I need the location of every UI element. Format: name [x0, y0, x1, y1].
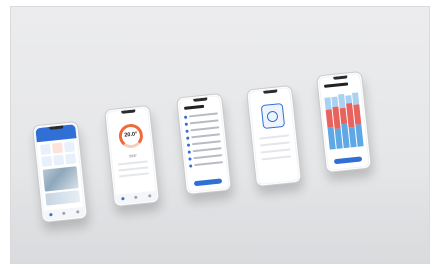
phone-screen [179, 96, 229, 192]
setting-row [259, 134, 290, 140]
room-photo [42, 166, 79, 192]
phone-fan [246, 84, 302, 188]
phone-screen [319, 74, 369, 170]
tab-icon [62, 211, 66, 215]
device-tiles [40, 141, 77, 167]
tile [53, 154, 65, 166]
list-icon [186, 136, 190, 140]
screen-title-bar [184, 104, 205, 110]
phone-screen: 20.0° 23.5° [107, 108, 157, 204]
list-text [192, 147, 222, 152]
home-icon [49, 213, 53, 217]
tile [41, 155, 53, 167]
phone-notch [193, 97, 208, 102]
list-icon [187, 149, 191, 154]
list-text [191, 140, 221, 146]
list-icon [183, 115, 188, 119]
primary-button [333, 156, 363, 165]
tile [51, 142, 64, 154]
list-text [190, 126, 220, 132]
phone-list [176, 92, 232, 196]
primary-button [193, 178, 223, 187]
fan-ring [266, 110, 279, 123]
tile [40, 143, 52, 156]
tile [64, 153, 77, 165]
screen-title-bar [324, 82, 349, 88]
list-text [194, 161, 224, 166]
bar-chart [324, 90, 364, 150]
fan-icon [260, 102, 286, 130]
list-text [193, 154, 223, 159]
phone-screen [35, 124, 85, 220]
photo-frame: 20.0° 23.5° [10, 6, 430, 264]
secondary-temperature: 23.5° [129, 153, 137, 159]
phone-notch [121, 109, 136, 114]
phone-notch [263, 89, 278, 94]
phone-home [32, 120, 88, 224]
list-text [189, 119, 219, 125]
tab-bar [43, 206, 85, 220]
list-icon [188, 156, 192, 161]
list-icon [184, 122, 188, 126]
setting-row [259, 141, 290, 147]
tab-icon [75, 210, 80, 214]
list-icon [185, 129, 189, 133]
tile [63, 141, 75, 153]
phone-thermostat: 20.0° 23.5° [104, 104, 160, 208]
tab-icon [134, 195, 138, 199]
setting-row [118, 172, 150, 178]
list-icon [189, 163, 193, 168]
room-photo [45, 190, 81, 206]
list-text [191, 133, 221, 139]
setting-row [118, 166, 149, 172]
phone-chart [316, 70, 372, 174]
list-icon [186, 142, 191, 147]
tab-icon [121, 197, 125, 201]
tab-bar [115, 190, 157, 204]
tab-icon [147, 194, 152, 198]
setting-row [261, 155, 292, 161]
list-text [188, 112, 218, 118]
phone-screen [249, 88, 299, 184]
setting-row [117, 160, 148, 166]
setting-row [260, 148, 291, 154]
phone-notch [333, 75, 348, 80]
